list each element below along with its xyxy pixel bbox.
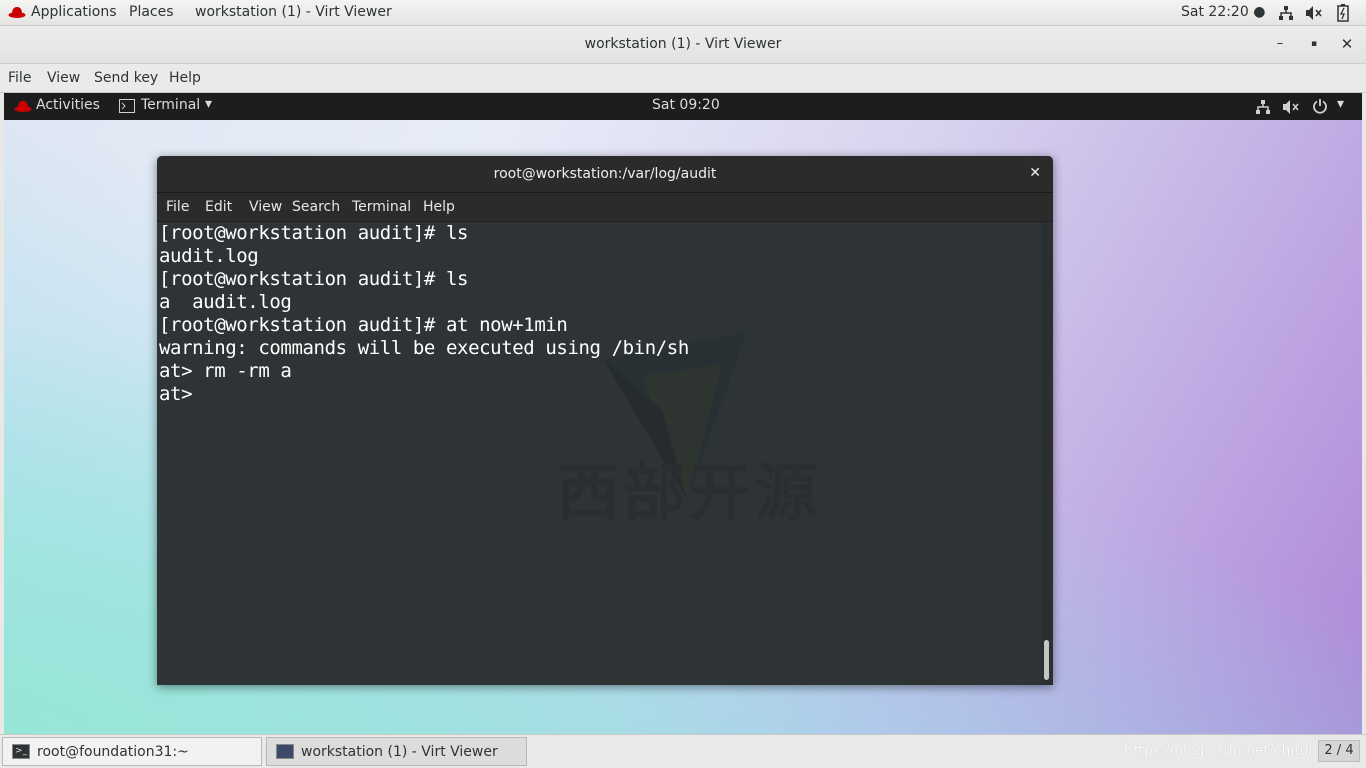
terminal-line: [root@workstation audit]# ls [159,268,469,290]
terminal-titlebar[interactable]: root@workstation:/var/log/audit ✕ [157,156,1053,193]
active-window-title[interactable]: workstation (1) - Virt Viewer [195,4,392,20]
volume-muted-icon[interactable] [1282,99,1300,119]
task-virt-viewer[interactable]: workstation (1) - Virt Viewer [266,737,527,766]
activities-button[interactable]: Activities [36,97,100,113]
task-terminal-foundation[interactable]: >_ root@foundation31:~ [2,737,262,766]
watermark-text: 西部开源 [557,456,822,529]
terminal-window[interactable]: root@workstation:/var/log/audit ✕ File E… [157,156,1053,685]
network-icon[interactable] [1278,5,1294,25]
minimize-button[interactable]: – [1270,34,1290,54]
power-icon[interactable] [1312,98,1328,118]
guest-display[interactable]: Activities Terminal ▾ Sat 09:20 ▾ root@w… [4,93,1362,734]
terminal-menubar: File Edit View Search Terminal Help [157,193,1053,222]
host-top-bar: Applications Places workstation (1) - Vi… [0,0,1366,26]
battery-icon[interactable] [1337,4,1349,26]
terminal-line: audit.log [159,245,259,267]
viewer-menubar: File View Send key Help [0,64,1366,93]
volume-muted-icon[interactable] [1305,5,1323,25]
terminal-output[interactable]: 西部开源 [root@workstation audit]# ls audit.… [157,222,1041,685]
terminal-menu-help[interactable]: Help [423,199,455,215]
watermark-url: https://blog.csdn.net/chitung [1124,743,1327,759]
terminal-line: at> rm -rm a [159,360,292,382]
close-icon[interactable]: ✕ [1029,165,1041,181]
task-label: root@foundation31:~ [37,744,189,760]
guest-clock[interactable]: Sat 09:20 [652,97,720,113]
viewer-titlebar: workstation (1) - Virt Viewer – ▪ ✕ [0,26,1366,64]
menu-view[interactable]: View [47,70,80,86]
maximize-button[interactable]: ▪ [1304,34,1324,54]
terminal-icon [119,99,135,117]
monitor-icon [276,744,294,759]
terminal-menu-view[interactable]: View [249,199,282,215]
terminal-line: a audit.log [159,291,292,313]
terminal-line: warning: commands will be executed using… [159,337,689,359]
task-label: workstation (1) - Virt Viewer [301,744,498,760]
applications-menu[interactable]: Applications [31,4,117,20]
menu-file[interactable]: File [8,70,31,86]
chevron-down-icon[interactable]: ▾ [1337,96,1344,112]
terminal-title: root@workstation:/var/log/audit [493,166,717,182]
guest-top-bar: Activities Terminal ▾ Sat 09:20 ▾ [4,93,1362,120]
menu-send-key[interactable]: Send key [94,70,158,86]
host-taskbar: >_ root@foundation31:~ workstation (1) -… [0,734,1366,768]
terminal-menu-edit[interactable]: Edit [205,199,232,215]
close-button[interactable]: ✕ [1337,34,1357,54]
terminal-icon: >_ [12,744,30,759]
viewer-window-title: workstation (1) - Virt Viewer [584,36,782,52]
redhat-logo-icon [14,99,32,117]
chevron-down-icon[interactable]: ▾ [205,96,212,112]
redhat-logo-icon [8,5,26,23]
workspace-indicator[interactable]: 2 / 4 [1318,740,1360,762]
terminal-scrollbar[interactable] [1041,222,1053,685]
terminal-menu-terminal[interactable]: Terminal [352,199,411,215]
menu-help[interactable]: Help [169,70,201,86]
app-menu-terminal[interactable]: Terminal [141,97,200,113]
places-menu[interactable]: Places [129,4,174,20]
host-clock[interactable]: Sat 22:20 ● [1181,4,1265,20]
terminal-line: at> [159,383,193,405]
scrollbar-thumb[interactable] [1044,640,1049,680]
terminal-line: [root@workstation audit]# ls [159,222,469,244]
terminal-menu-file[interactable]: File [166,199,189,215]
terminal-menu-search[interactable]: Search [292,199,340,215]
network-icon[interactable] [1255,99,1271,119]
terminal-line: [root@workstation audit]# at now+1min [159,314,568,336]
